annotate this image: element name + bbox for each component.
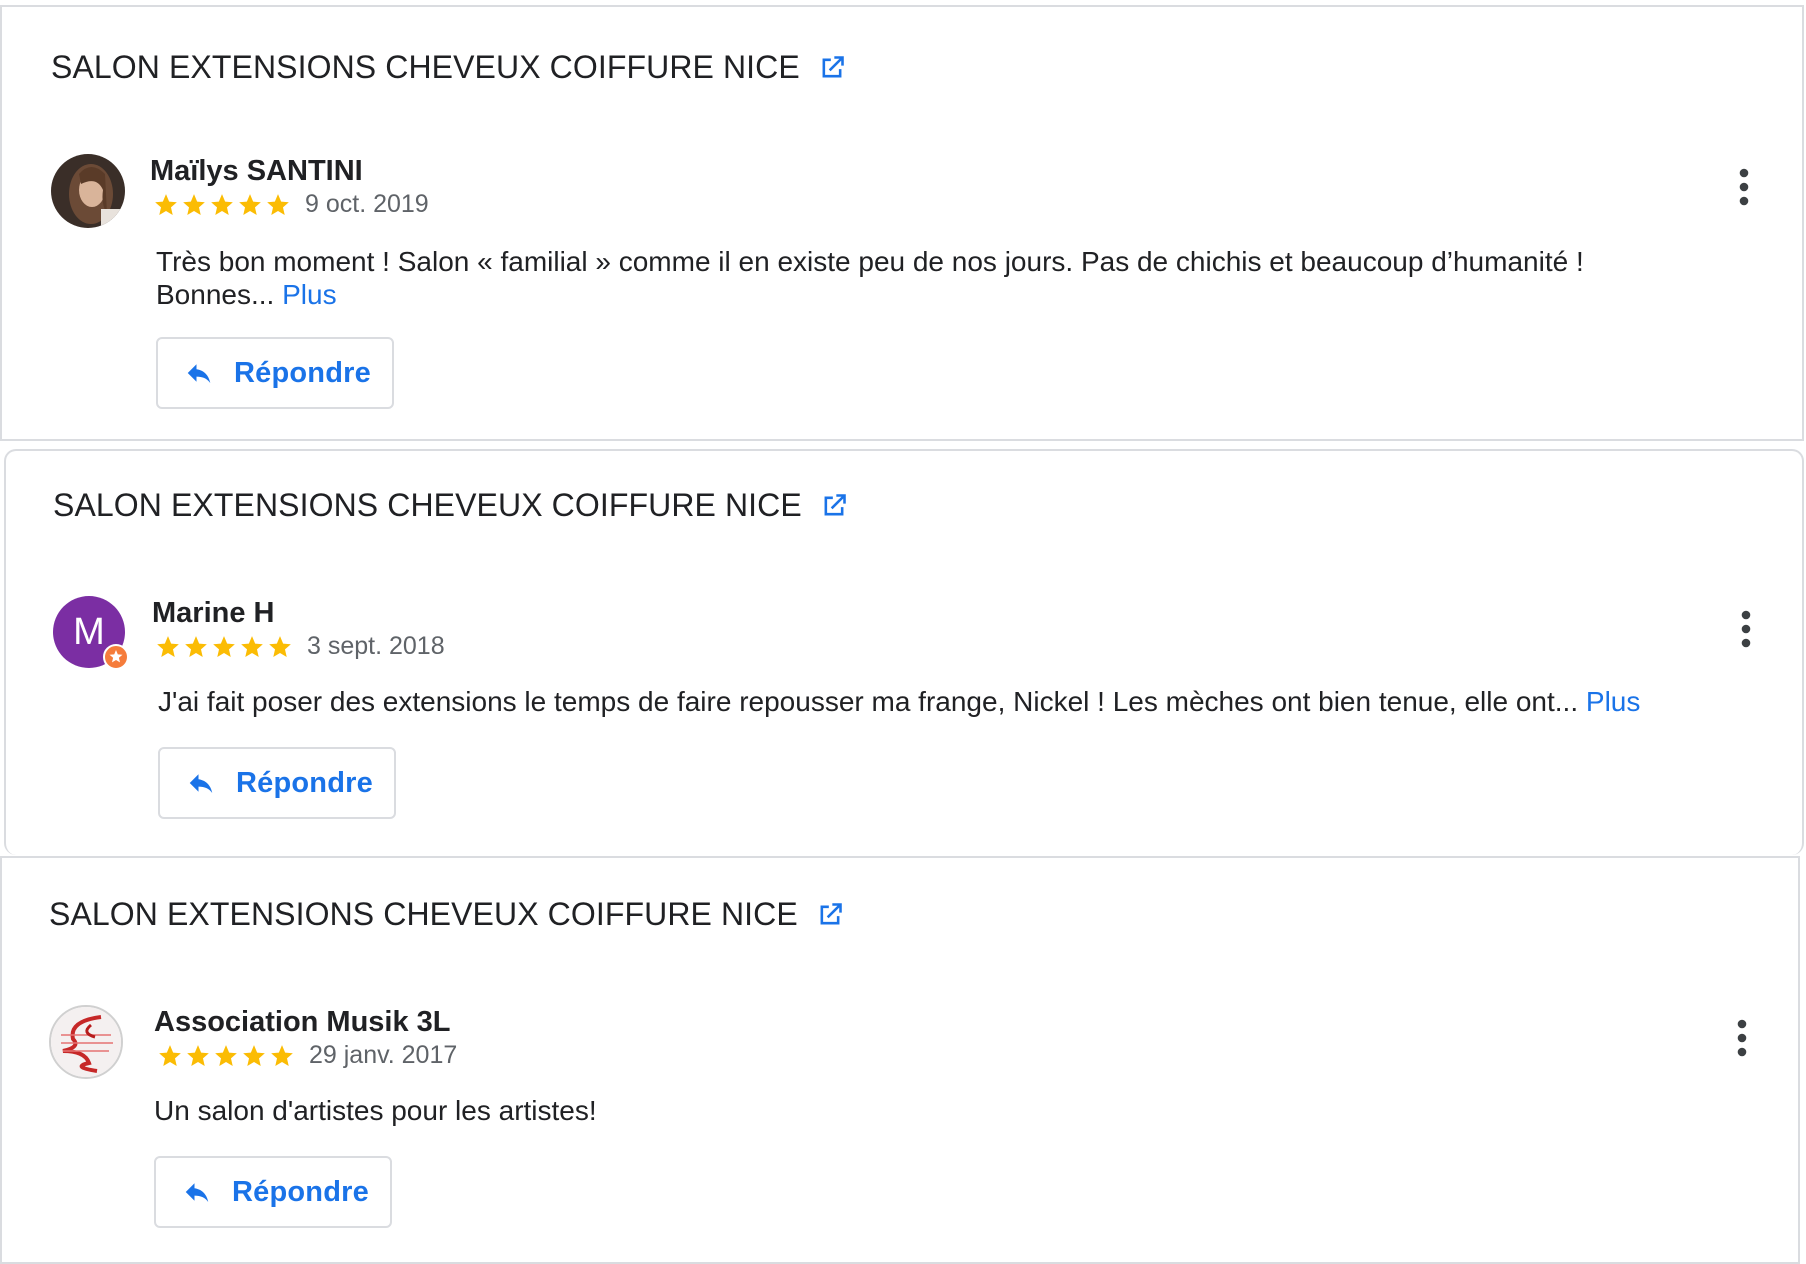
review-date: 3 sept. 2018 (307, 632, 445, 660)
place-title-row: SALON EXTENSIONS CHEVEUX COIFFURE NICE (51, 49, 846, 86)
reply-button[interactable]: Répondre (154, 1156, 392, 1228)
reviewer-name[interactable]: Marine H (152, 597, 274, 630)
star-icon (215, 1044, 237, 1066)
star-icon (239, 193, 261, 215)
place-name: SALON EXTENSIONS CHEVEUX COIFFURE NICE (53, 487, 802, 523)
reply-arrow-icon (185, 1183, 209, 1202)
review-text: Très bon moment ! Salon « familial » com… (156, 245, 1606, 311)
review-body: J'ai fait poser des extensions le temps … (158, 686, 1579, 717)
avatar[interactable]: M (53, 596, 129, 670)
place-title-row: SALON EXTENSIONS CHEVEUX COIFFURE NICE (53, 487, 848, 524)
star-icon (267, 193, 289, 215)
reply-button[interactable]: Répondre (158, 747, 396, 819)
external-link-icon[interactable] (818, 54, 846, 82)
review-body: Un salon d'artistes pour les artistes! (154, 1095, 597, 1126)
review-text: J'ai fait poser des extensions le temps … (158, 685, 1758, 718)
rating-row: 3 sept. 2018 (155, 632, 445, 661)
more-vert-icon[interactable] (1738, 167, 1750, 207)
place-name: SALON EXTENSIONS CHEVEUX COIFFURE NICE (49, 896, 798, 932)
external-link-icon[interactable] (816, 901, 844, 929)
review-card: SALON EXTENSIONS CHEVEUX COIFFURE NICE A… (0, 856, 1800, 1264)
review-text: Un salon d'artistes pour les artistes! (154, 1094, 1604, 1127)
place-name: SALON EXTENSIONS CHEVEUX COIFFURE NICE (51, 49, 800, 85)
reply-arrow-icon (187, 364, 211, 383)
star-icon (185, 635, 207, 657)
star-icon (241, 635, 263, 657)
star-icon (211, 193, 233, 215)
review-body: Très bon moment ! Salon « familial » com… (156, 246, 1584, 310)
star-icon (213, 635, 235, 657)
star-icon (183, 193, 205, 215)
star-rating (157, 1043, 297, 1069)
reviewer-name[interactable]: Association Musik 3L (154, 1006, 451, 1039)
reviewer-name[interactable]: Maïlys SANTINI (150, 155, 363, 188)
star-icon (187, 1044, 209, 1066)
more-link[interactable]: Plus (282, 279, 336, 310)
reply-button[interactable]: Répondre (156, 337, 394, 409)
star-rating (153, 192, 293, 218)
reply-label: Répondre (232, 1175, 369, 1208)
review-date: 29 janv. 2017 (309, 1041, 458, 1069)
review-date: 9 oct. 2019 (305, 190, 429, 218)
star-icon (157, 635, 179, 657)
star-icon (155, 193, 177, 215)
external-link-icon[interactable] (820, 492, 848, 520)
star-icon (269, 635, 291, 657)
rating-row: 29 janv. 2017 (157, 1041, 457, 1070)
more-link[interactable]: Plus (1586, 686, 1640, 717)
avatar[interactable] (49, 1005, 123, 1079)
avatar[interactable] (51, 154, 125, 228)
avatar-logo (49, 1005, 123, 1079)
place-title-row: SALON EXTENSIONS CHEVEUX COIFFURE NICE (49, 896, 844, 933)
reply-label: Répondre (234, 356, 371, 389)
star-icon (271, 1044, 293, 1066)
reply-label: Répondre (236, 766, 373, 799)
rating-row: 9 oct. 2019 (153, 190, 429, 219)
local-guide-badge-icon (103, 644, 129, 670)
more-vert-icon[interactable] (1736, 1018, 1748, 1058)
star-icon (243, 1044, 265, 1066)
star-icon (159, 1044, 181, 1066)
reply-arrow-icon (189, 774, 213, 793)
review-card: SALON EXTENSIONS CHEVEUX COIFFURE NICE M… (4, 449, 1804, 855)
review-card: SALON EXTENSIONS CHEVEUX COIFFURE NICE M… (0, 5, 1804, 441)
star-rating (155, 634, 295, 660)
avatar-photo (51, 154, 125, 228)
more-vert-icon[interactable] (1740, 609, 1752, 649)
